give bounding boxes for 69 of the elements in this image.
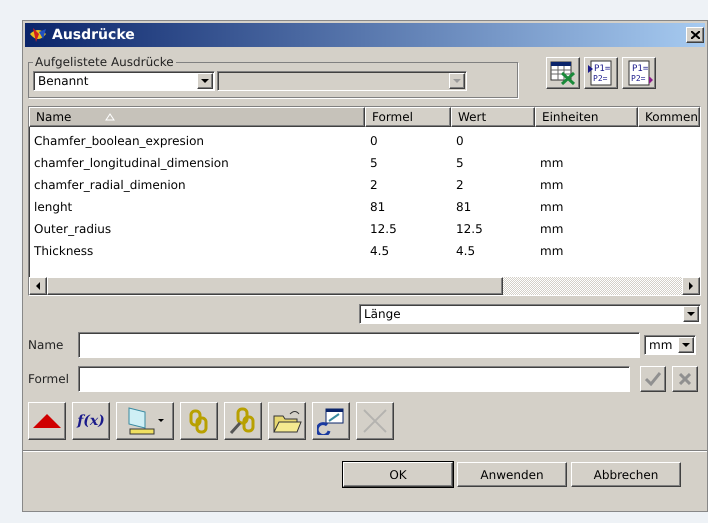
checkmark-icon	[645, 372, 661, 386]
table-cell-text: mm	[539, 200, 564, 214]
measure-dropdown-button[interactable]	[116, 402, 174, 440]
table-cell-text: mm	[539, 156, 564, 170]
dropdown-arrow-icon	[687, 312, 695, 316]
unit-dropdown[interactable]: mm	[644, 335, 696, 355]
horizontal-scrollbar[interactable]	[29, 277, 700, 295]
caret-icon	[158, 419, 164, 423]
table-cell-text: chamfer_longitudinal_dimension	[33, 156, 230, 170]
chain-link-pencil-button[interactable]	[224, 402, 262, 440]
table-cell-text: 12.5	[455, 222, 484, 236]
table-cell-text: 12.5	[369, 222, 398, 236]
dropdown-arrow-icon	[682, 342, 690, 348]
function-button[interactable]: f(x)	[72, 402, 110, 440]
column-header[interactable]: Kommen	[638, 107, 700, 127]
table-cell-text: 2	[369, 178, 379, 192]
triangle-icon	[32, 413, 62, 429]
table-cell-text: 2	[455, 178, 465, 192]
column-header[interactable]: Name	[29, 107, 365, 127]
scroll-left-icon	[36, 282, 40, 290]
group-label: Aufgelistete Ausdrücke	[34, 55, 175, 69]
close-icon	[690, 31, 700, 39]
table-cell-text: mm	[539, 178, 564, 192]
plane-ruler-icon	[126, 406, 156, 436]
folder-icon	[272, 408, 302, 434]
triangle-button[interactable]	[28, 402, 66, 440]
table-cell-text: 0	[455, 134, 465, 148]
table-cell-text: 4.5	[455, 244, 476, 258]
dialog-button[interactable]: Abbrechen	[571, 462, 681, 487]
name-label: Name	[28, 338, 64, 352]
window-title: Ausdrücke	[52, 27, 136, 43]
table-cell-text: 81	[369, 200, 386, 214]
dropdown-arrow-icon	[453, 78, 461, 84]
refresh-window-icon	[317, 407, 345, 435]
column-header[interactable]: Formel	[365, 107, 451, 127]
table-cell-text: 5	[369, 156, 379, 170]
table-cell-text: mm	[539, 244, 564, 258]
name-field[interactable]	[78, 332, 640, 358]
chain-link-pencil-icon	[229, 407, 257, 435]
table-cell-text: mm	[539, 222, 564, 236]
filter-dropdown[interactable]: Benannt	[33, 71, 215, 91]
column-header[interactable]: Wert	[451, 107, 535, 127]
table-cell-text: chamfer_radial_dimenion	[33, 178, 187, 192]
app-logo-icon	[28, 26, 48, 44]
table-cell-text: Thickness	[33, 244, 94, 258]
dialog-button[interactable]: OK	[343, 462, 453, 487]
refresh-window-button[interactable]	[312, 402, 350, 440]
table-cell-text: 4.5	[369, 244, 390, 258]
chain-link-button[interactable]	[180, 402, 218, 440]
open-folder-button[interactable]	[268, 402, 306, 440]
formula-label: Formel	[28, 372, 70, 386]
table-cell-text: lenght	[33, 200, 74, 214]
close-button[interactable]	[686, 27, 704, 43]
spreadsheet-export-button[interactable]	[546, 57, 580, 89]
spreadsheet-icon	[550, 61, 576, 85]
table-cell-text: 5	[455, 156, 465, 170]
column-header[interactable]: Einheiten	[535, 107, 638, 127]
table-cell-text: Outer_radius	[33, 222, 112, 236]
scroll-right-icon	[689, 282, 693, 290]
sort-arrow-icon	[105, 113, 116, 121]
dialog-button[interactable]: Anwenden	[457, 462, 567, 487]
table-cell-text: Chamfer_boolean_expresion	[33, 134, 206, 148]
cross-icon	[679, 373, 691, 385]
dropdown-arrow-icon	[201, 78, 209, 84]
table-cell-text: 0	[369, 134, 379, 148]
cross-icon	[362, 408, 388, 434]
dimension-dropdown[interactable]: Länge	[359, 304, 701, 324]
formula-field[interactable]	[78, 366, 630, 392]
table-cell-text: 81	[455, 200, 472, 214]
